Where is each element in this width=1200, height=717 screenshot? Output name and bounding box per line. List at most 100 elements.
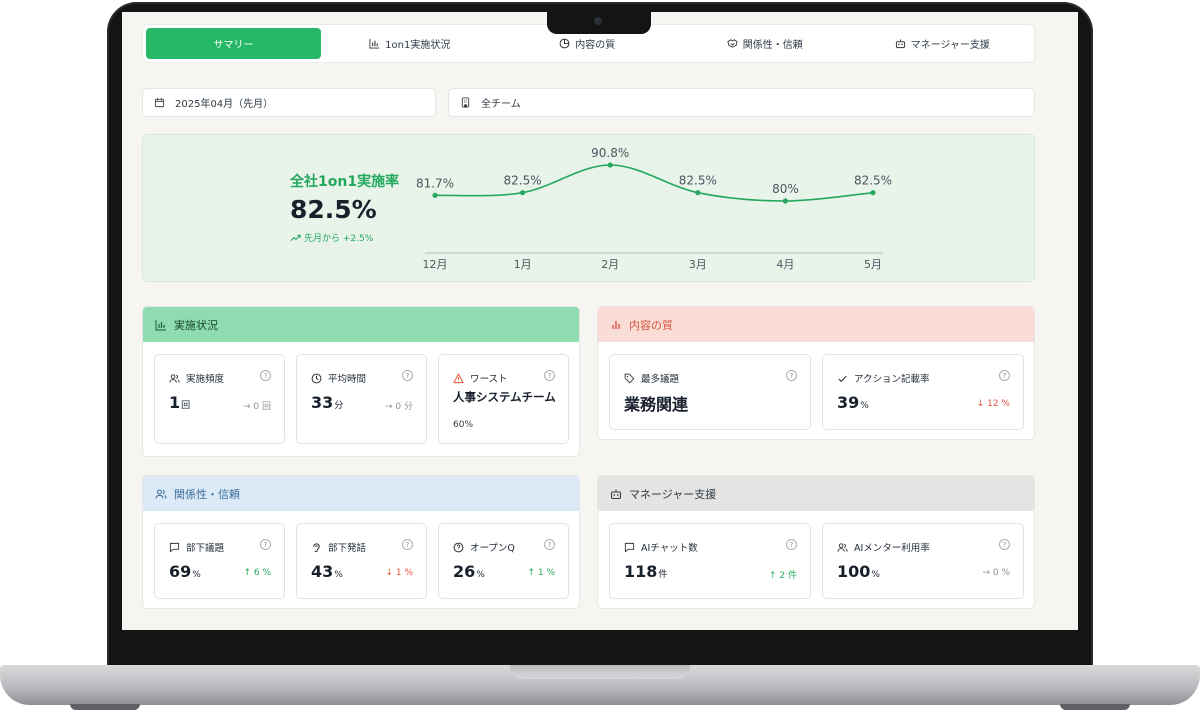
card-label: 部下議題 xyxy=(169,540,224,554)
section-relationship: 関係性・信頼 部下議題 ? 69% ↑ 6 % 部下発話 ? 43% ↓ 1 %… xyxy=(142,475,580,609)
data-label: 81.7% xyxy=(416,176,454,190)
bot-icon xyxy=(895,39,905,49)
help-icon[interactable]: ? xyxy=(260,370,271,381)
card-trend: → 0 回 xyxy=(243,402,271,412)
rate-title: 全社1on1実施率 xyxy=(290,174,400,190)
card-trend: ↑ 6 % xyxy=(243,568,271,578)
section-header: マネージャー支援 xyxy=(598,476,1034,511)
trending-up-icon xyxy=(290,234,301,241)
data-label: 82.5% xyxy=(504,174,542,188)
section-title: 内容の質 xyxy=(629,318,673,332)
card-subordinate-topics: 部下議題 ? 69% ↑ 6 % xyxy=(154,523,285,599)
card-value-unit: 件 xyxy=(658,570,668,580)
help-icon[interactable]: ? xyxy=(999,370,1010,381)
help-icon[interactable]: ? xyxy=(402,370,413,381)
card-label-text: 平均時間 xyxy=(328,374,367,385)
card-value-unit: % xyxy=(192,570,201,580)
card-value-number: 26 xyxy=(453,562,476,581)
card-value-number: 39 xyxy=(837,393,860,412)
pie-chart-icon xyxy=(559,38,570,49)
period-value: 2025年04月（先月） xyxy=(175,99,274,110)
section-header: 関係性・信頼 xyxy=(143,476,579,511)
card-trend: ↑ 1 % xyxy=(527,568,555,578)
worst-rate: 60% xyxy=(453,420,474,430)
bot-icon xyxy=(611,489,621,499)
section-title: 実施状況 xyxy=(174,318,218,332)
help-icon[interactable]: ? xyxy=(544,370,555,381)
card-value-number: 100 xyxy=(837,562,871,581)
data-label: 82.5% xyxy=(679,174,717,188)
section-header: 実施状況 xyxy=(143,307,579,342)
x-tick-label: 1月 xyxy=(514,258,532,271)
tab-implementation[interactable]: 1on1実施状況 xyxy=(321,28,499,59)
help-icon[interactable]: ? xyxy=(402,539,413,550)
laptop-base xyxy=(0,665,1200,705)
card-worst: ワースト ? 人事システムチーム 60% xyxy=(438,354,569,444)
card-ai-mentor-usage: AIメンター利用率 ? 100% → 0 % xyxy=(822,523,1024,599)
worst-team: 人事システムチーム xyxy=(453,390,556,404)
card-trend: → 0 % xyxy=(982,568,1010,578)
calendar-icon xyxy=(154,97,165,108)
tab-label: 1on1実施状況 xyxy=(385,40,451,51)
card-label-text: 実施頻度 xyxy=(186,374,225,385)
section-header: 内容の質 xyxy=(598,307,1034,342)
card-label-text: アクション記載率 xyxy=(854,374,930,385)
card-trend: ↑ 2 件 xyxy=(769,571,797,581)
section-title: マネージャー支援 xyxy=(629,487,717,501)
card-label: 部下発話 xyxy=(311,540,366,554)
card-ai-chat-count: AIチャット数 ? 118件 ↑ 2 件 xyxy=(609,523,811,599)
dashboard-screen: サマリー 1on1実施状況 内容の質 関係性・信頼 マネージャー支援 2025年… xyxy=(122,12,1078,630)
card-label-text: ワースト xyxy=(470,374,508,385)
card-label-text: オープンQ xyxy=(470,543,515,554)
card-open-questions: オープンQ ? 26% ↑ 1 % xyxy=(438,523,569,599)
card-value-unit: % xyxy=(334,570,343,580)
tab-label: 関係性・信頼 xyxy=(742,40,803,51)
building-icon xyxy=(461,97,470,108)
card-value-unit: % xyxy=(476,570,485,580)
tab-label: マネージャー支援 xyxy=(910,40,990,51)
data-point xyxy=(520,190,526,196)
card-value-number: 118 xyxy=(624,562,658,581)
help-icon[interactable]: ? xyxy=(260,539,271,550)
message-icon xyxy=(169,542,180,552)
tab-label: サマリー xyxy=(213,40,254,51)
help-icon[interactable]: ? xyxy=(999,539,1010,550)
card-label: 平均時間 xyxy=(311,371,366,385)
tag-icon xyxy=(624,373,635,383)
tab-relationship[interactable]: 関係性・信頼 xyxy=(676,28,854,59)
rate-delta-text: 先月から +2.5% xyxy=(304,234,374,244)
x-tick-label: 12月 xyxy=(423,258,448,271)
card-action-rate: アクション記載率 ? 39% ↓ 12 % xyxy=(822,354,1024,430)
card-value-unit: % xyxy=(871,570,880,580)
data-label: 82.5% xyxy=(854,174,892,188)
rate-delta: 先月から +2.5% xyxy=(290,231,373,244)
laptop-foot-left xyxy=(70,704,140,710)
x-tick-label: 5月 xyxy=(864,258,882,271)
card-value: 69% xyxy=(169,562,201,581)
card-value-number: 33 xyxy=(311,393,334,412)
users-icon xyxy=(837,542,848,552)
period-select[interactable]: 2025年04月（先月） xyxy=(142,88,436,117)
tab-summary[interactable]: サマリー xyxy=(146,28,321,59)
help-icon[interactable]: ? xyxy=(786,539,797,550)
help-icon[interactable]: ? xyxy=(786,370,797,381)
laptop-foot-right xyxy=(1060,704,1130,710)
card-value-number: 69 xyxy=(169,562,192,581)
users-icon xyxy=(155,489,167,499)
card-trend: → 0 分 xyxy=(385,402,413,412)
rate-line-chart: 81.7% 12月 82.5% 1月 90.8% 2月 82.5% 3月 80% 4月 82.5% 5… xyxy=(416,146,892,271)
card-value-unit: % xyxy=(860,401,869,411)
team-select[interactable]: 全チーム xyxy=(448,88,1035,117)
data-point xyxy=(782,198,788,204)
data-point xyxy=(695,190,701,196)
clock-icon xyxy=(311,373,322,383)
card-value: 100% xyxy=(837,562,880,581)
card-value-unit: 回 xyxy=(181,401,191,411)
data-point xyxy=(870,190,876,196)
card-label-text: 最多議題 xyxy=(641,374,680,385)
x-tick-label: 3月 xyxy=(689,258,707,271)
help-icon[interactable]: ? xyxy=(544,539,555,550)
message-icon xyxy=(624,542,635,552)
tab-manager-support[interactable]: マネージャー支援 xyxy=(854,28,1032,59)
card-label-text: AIメンター利用率 xyxy=(854,543,930,554)
